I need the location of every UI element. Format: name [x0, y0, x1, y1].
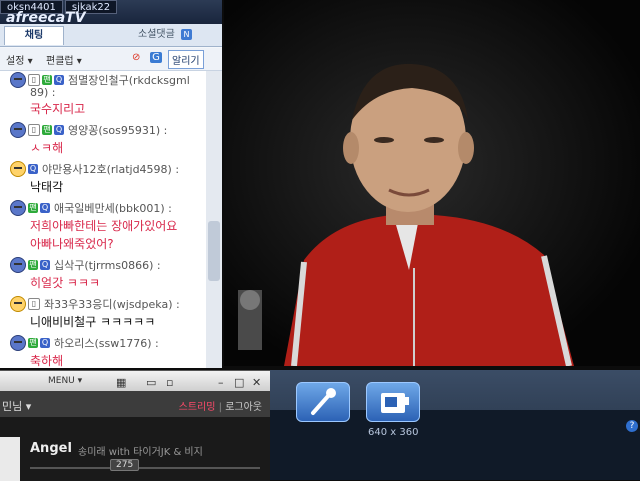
logout-link[interactable]: 로그아웃	[225, 402, 262, 413]
invite-button[interactable]: 알리기	[168, 50, 204, 69]
mini-links: 스트리밍 | 로그아웃	[178, 402, 262, 413]
chat-scrollbar[interactable]	[206, 71, 222, 368]
chat-message: 팬 Q 애국일베만세(bbk001) : 저희아빠한테는 장애가있어요 아빠나왜…	[0, 199, 206, 256]
edit-label: 편클럽	[46, 56, 74, 67]
chat-text-2: 아빠나왜죽었어?	[30, 237, 114, 251]
quick-badge: Q	[40, 338, 50, 348]
streaming-link[interactable]: 스트리밍	[179, 402, 216, 413]
progress-bar[interactable]	[30, 467, 260, 469]
avatar	[10, 200, 26, 216]
chat-message: ▯ 팬 Q 영양꽁(sos95931) : ㅅㅋ해	[0, 121, 206, 160]
chat-tabs: 채팅 소셜댓글 N	[0, 24, 222, 47]
settings-button[interactable]: 설정 ▾	[6, 52, 33, 67]
chat-nick[interactable]: 하오리스(ssw1776) :	[54, 335, 159, 351]
max-button[interactable]: □	[234, 376, 244, 389]
chat-nick[interactable]: 애국일베만세(bbk001) :	[54, 200, 172, 216]
song-title: Angel	[30, 441, 72, 456]
chat-message: ▯ 좌33우33응디(wjsdpeka) : 니애비비철구 ㅋㅋㅋㅋㅋ	[0, 295, 206, 334]
chat-text: 히얼갓 ㅋㅋㅋ	[30, 276, 101, 290]
avatar	[10, 161, 26, 177]
quick-badge: Q	[54, 75, 64, 85]
min-button[interactable]: –	[218, 376, 224, 389]
tab-chat[interactable]: 채팅	[4, 26, 64, 45]
resolution-label: 640 x 360	[368, 427, 419, 438]
chat-panel: oksn4401 sjkak22 afreecaTV 채팅 소셜댓글 N 설정 …	[0, 0, 222, 368]
mini-player-body: Angel 송미래 with 타이거JK & 비지 275	[0, 417, 270, 481]
chat-text: 축하해	[30, 354, 64, 368]
microphone-button[interactable]	[296, 382, 350, 422]
quick-badge: Q	[28, 164, 38, 174]
chat-message: 팬 Q 하오리스(ssw1776) : 축하해	[0, 334, 206, 368]
avatar	[10, 257, 26, 273]
brand-bar: oksn4401 sjkak22 afreecaTV	[0, 0, 222, 26]
skin-icon[interactable]: ▦	[116, 376, 126, 389]
broadcast-toolbar: 640 x 360 ?	[270, 370, 640, 480]
g-icon[interactable]: G	[150, 52, 162, 63]
chat-message: Q 야만용사12호(rlatjd4598) : 낙태각	[0, 160, 206, 199]
chat-nick[interactable]: 좌33우33응디(wjsdpeka) :	[44, 296, 180, 312]
tab-social[interactable]: 소셜댓글 N	[130, 26, 224, 44]
song-artist: 송미래 with 타이거JK & 비지	[78, 447, 203, 458]
fan-badge: 팬	[42, 75, 52, 85]
avatar	[10, 72, 26, 88]
no-chat-icon[interactable]: ⊘	[132, 52, 140, 63]
chat-log: ▯ 팬 Q 점멸장인철구(rkdcksgml 89) : 국수지리고 ▯ 팬 Q…	[0, 71, 206, 368]
chat-toolbar: 설정 ▾ 편클럽 ▾ ⊘ G 알리기	[0, 48, 222, 71]
help-button[interactable]: ?	[626, 420, 638, 432]
edit-button[interactable]: 편클럽 ▾	[46, 52, 82, 67]
mobile-icon: ▯	[28, 74, 40, 86]
quick-badge: Q	[54, 125, 64, 135]
chat-text: 저희아빠한테는 장애가있어요	[30, 219, 178, 233]
chat-message: ▯ 팬 Q 점멸장인철구(rkdcksgml 89) : 국수지리고	[0, 71, 206, 121]
minimize-button[interactable]: ▭	[146, 376, 156, 389]
album-art	[0, 437, 20, 481]
streamer-video-image	[224, 0, 640, 366]
chat-nick[interactable]: 십삭구(tjrrms0866) :	[54, 257, 161, 273]
mini-title-text: 민님	[2, 400, 23, 413]
avatar	[10, 335, 26, 351]
camcorder-icon	[381, 393, 409, 413]
video-feed	[224, 0, 640, 366]
menu-button[interactable]: MENU ▾	[48, 376, 82, 386]
chat-text: 낙태각	[30, 180, 64, 194]
quick-badge: Q	[40, 260, 50, 270]
chat-text: ㅅㅋ해	[30, 141, 64, 155]
camera-resolution-button[interactable]	[366, 382, 420, 422]
mini-player-title: 민님 ▾	[2, 400, 32, 413]
invite-label: 알리기	[172, 56, 200, 67]
quick-badge: Q	[40, 203, 50, 213]
settings-label: 설정	[6, 56, 25, 67]
fan-badge: 팬	[28, 338, 38, 348]
avatar	[10, 296, 26, 312]
mobile-icon: ▯	[28, 124, 40, 136]
microphone-icon	[311, 388, 336, 415]
new-badge: N	[181, 29, 192, 40]
fan-badge: 팬	[28, 203, 38, 213]
avatar	[10, 122, 26, 138]
chat-nick[interactable]: 영양꽁(sos95931) :	[68, 122, 167, 138]
scroll-thumb[interactable]	[208, 221, 220, 281]
fan-badge: 팬	[28, 260, 38, 270]
play-counter: 275	[110, 459, 140, 471]
mini-player-subbar: 민님 ▾ 스트리밍 | 로그아웃	[0, 391, 270, 417]
chat-text: 국수지리고	[30, 102, 86, 116]
mini-player: MENU ▾ ▦ ▭ ▫ – □ ✕ 민님 ▾ 스트리밍 | 로그아웃 Ange…	[0, 370, 270, 481]
tab-social-label: 소셜댓글	[138, 29, 175, 40]
close-button[interactable]: ✕	[252, 376, 261, 389]
chat-nick[interactable]: 야만용사12호(rlatjd4598) :	[42, 161, 179, 177]
chat-text: 니애비비철구 ㅋㅋㅋㅋㅋ	[30, 315, 156, 329]
menu-label: MENU	[48, 376, 75, 386]
mini-player-titlebar: MENU ▾ ▦ ▭ ▫ – □ ✕	[0, 371, 270, 391]
fan-badge: 팬	[42, 125, 52, 135]
mini-mode-button[interactable]: ▫	[166, 376, 173, 389]
chat-nick[interactable]: 점멸장인철구(rkdcksgml	[68, 72, 190, 88]
chat-message: 팬 Q 십삭구(tjrrms0866) : 히얼갓 ㅋㅋㅋ	[0, 256, 206, 295]
mobile-icon: ▯	[28, 298, 40, 310]
